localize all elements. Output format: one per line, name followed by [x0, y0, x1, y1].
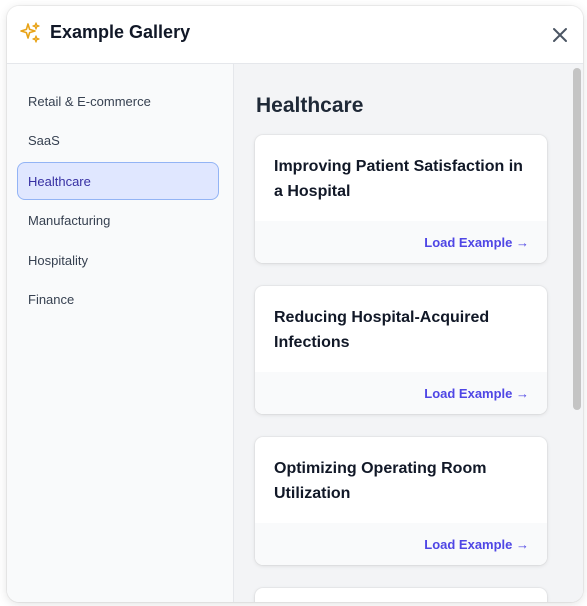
load-example-button[interactable]: Load Example → — [424, 235, 529, 250]
section-title: Healthcare — [256, 94, 364, 117]
sidebar-item-label: Manufacturing — [28, 212, 111, 228]
sidebar-item-label: Retail & E-commerce — [28, 93, 151, 109]
sidebar-item-healthcare[interactable]: Healthcare — [17, 162, 219, 200]
example-card: Improving Patient Satisfaction in a Hosp… — [255, 135, 547, 263]
example-card: Reducing Hospital-Acquired Infections Lo… — [255, 286, 547, 414]
example-card-title: Optimizing Operating Room Utilization — [274, 460, 487, 502]
load-example-button[interactable]: Load Example → — [424, 537, 529, 552]
close-icon — [553, 28, 567, 42]
sidebar-item-label: Healthcare — [28, 173, 91, 189]
sidebar-item-manufacturing[interactable]: Manufacturing — [17, 201, 219, 239]
sidebar-item-retail-ecommerce[interactable]: Retail & E-commerce — [17, 82, 219, 120]
example-card-footer: Load Example → — [255, 372, 547, 414]
example-card-title: Reducing Hospital-Acquired Infections — [274, 309, 490, 351]
scrollbar-thumb[interactable] — [573, 68, 581, 410]
sidebar-item-finance[interactable]: Finance — [17, 280, 219, 318]
example-card: Optimizing Operating Room Utilization Lo… — [255, 437, 547, 565]
example-card-title: Improving Patient Satisfaction in a Hosp… — [274, 158, 523, 200]
sidebar-item-hospitality[interactable]: Hospitality — [17, 241, 219, 279]
example-card-footer: Load Example → — [255, 523, 547, 565]
example-card-footer: Load Example → — [255, 221, 547, 263]
sidebar-item-label: Hospitality — [28, 252, 88, 268]
modal-title: Example Gallery — [50, 22, 191, 42]
sidebar-item-saas[interactable]: SaaS — [17, 121, 219, 159]
examples-panel: Healthcare Improving Patient Satisfactio… — [234, 64, 583, 602]
close-button[interactable] — [547, 22, 573, 48]
example-card-partial — [255, 588, 547, 602]
load-example-button[interactable]: Load Example → — [424, 386, 529, 401]
sparkles-icon — [18, 21, 42, 45]
category-sidebar: Retail & E-commerce SaaS Healthcare Manu… — [7, 64, 234, 602]
example-gallery-modal: Example Gallery Retail & E-commerce SaaS… — [7, 6, 583, 602]
sidebar-item-label: SaaS — [28, 132, 60, 148]
sidebar-item-label: Finance — [28, 291, 75, 307]
modal-header: Example Gallery — [7, 6, 583, 64]
